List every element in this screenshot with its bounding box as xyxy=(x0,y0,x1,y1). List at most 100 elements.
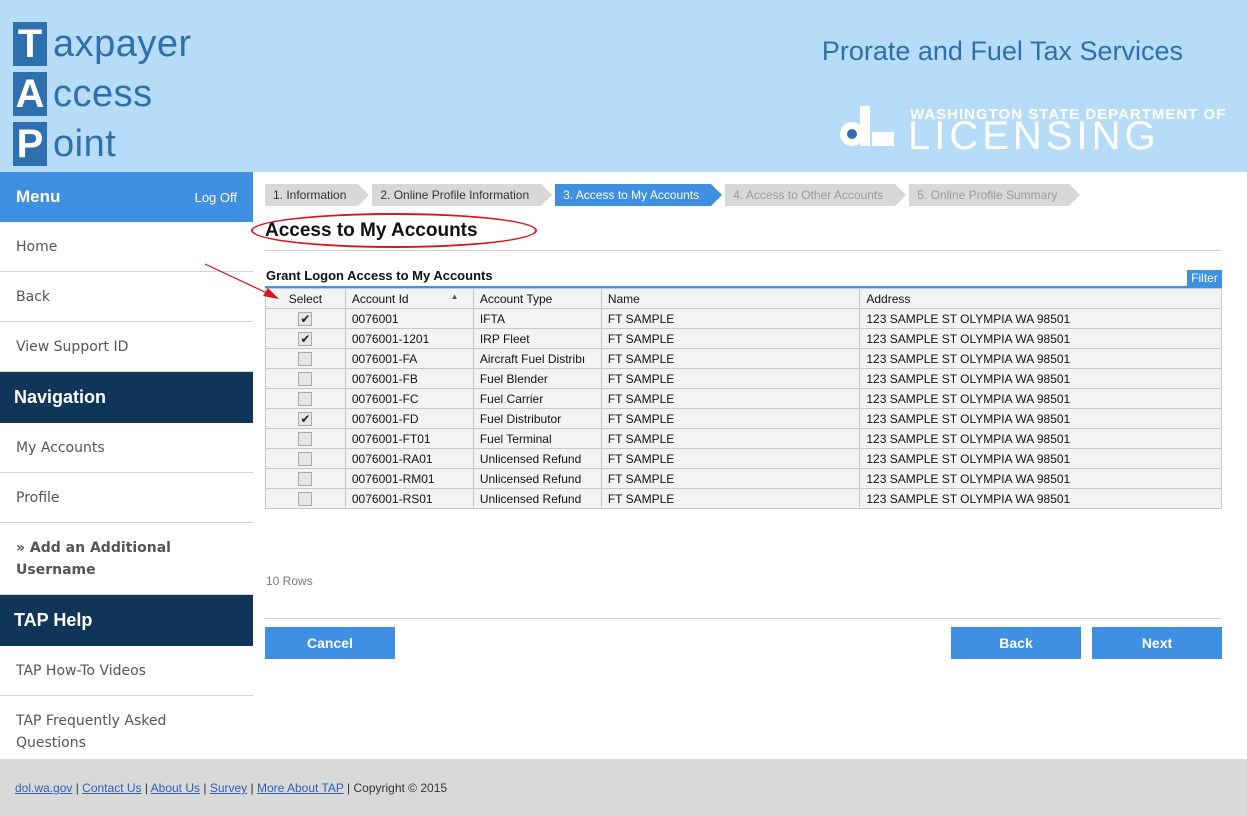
cancel-button[interactable]: Cancel xyxy=(265,627,395,659)
table-row[interactable]: 0076001-FA Aircraft Fuel Distribı FT SAMPL… xyxy=(265,348,1222,369)
tap-word-point: oint xyxy=(53,123,117,165)
cell-name: FT SAMPLE xyxy=(600,448,861,469)
cell-account-id: 0076001-FD xyxy=(344,408,474,429)
sidebar: Menu Log Off Home Back View Support ID N… xyxy=(0,172,253,759)
select-cell xyxy=(265,368,346,389)
cell-name: FT SAMPLE xyxy=(600,468,861,489)
add-username-label: » Add an Additional Username xyxy=(16,539,171,578)
column-header-account-type[interactable]: Account Type xyxy=(472,288,602,309)
tap-letter-t: T xyxy=(13,22,47,66)
checkbox-unchecked[interactable] xyxy=(298,491,313,506)
account-id-header-label: Account Id xyxy=(351,291,409,306)
cell-account-type: Fuel Blender xyxy=(472,368,602,389)
select-cell: ✔ xyxy=(265,408,346,429)
select-cell xyxy=(265,348,346,369)
annotation-arrow-icon xyxy=(205,263,279,299)
column-header-address[interactable]: Address xyxy=(859,288,1222,309)
table-row[interactable]: ✔ 0076001-1201 IRP Fleet FT SAMPLE 123 SAMPL… xyxy=(265,328,1222,349)
footer-link-about-us[interactable]: About Us xyxy=(151,781,200,795)
checkbox-unchecked[interactable] xyxy=(298,391,313,406)
tap-logo-line-3: P oint xyxy=(13,116,116,166)
menu-header: Menu Log Off xyxy=(0,172,253,222)
checkbox-checked[interactable]: ✔ xyxy=(298,411,313,426)
filter-button[interactable]: Filter xyxy=(1187,270,1222,286)
tap-word-taxpayer: axpayer xyxy=(53,23,192,65)
sidebar-item-view-support-id[interactable]: View Support ID xyxy=(0,322,253,372)
next-button[interactable]: Next xyxy=(1092,627,1222,659)
cell-account-id: 0076001-1201 xyxy=(344,328,474,349)
divider xyxy=(265,618,1221,619)
tap-help-header: TAP Help xyxy=(0,595,253,646)
footer-link-contact-us[interactable]: Contact Us xyxy=(82,781,141,795)
annotation-circle xyxy=(251,213,537,248)
cell-account-type: Fuel Distributor xyxy=(472,408,602,429)
tap-letter-a: A xyxy=(13,72,47,116)
site-footer: dol.wa.gov | Contact Us | About Us | Sur… xyxy=(0,759,1247,816)
step-online-profile-information[interactable]: 2. Online Profile Information xyxy=(372,184,552,206)
step-access-to-my-accounts[interactable]: 3. Access to My Accounts xyxy=(555,184,723,206)
table-body: ✔ 0076001 IFTA FT SAMPLE 123 SAMPLE ST OLYMP… xyxy=(265,308,1222,509)
column-header-account-id[interactable]: Account Id ▲ xyxy=(344,288,474,309)
cell-address: 123 SAMPLE ST OLYMPIA WA 98501 xyxy=(859,468,1222,489)
sidebar-item-profile[interactable]: Profile xyxy=(0,473,253,523)
cell-account-type: Aircraft Fuel Distribı xyxy=(472,348,602,369)
checkbox-unchecked[interactable] xyxy=(298,351,313,366)
cell-account-id: 0076001-RM01 xyxy=(344,468,474,489)
cell-address: 123 SAMPLE ST OLYMPIA WA 98501 xyxy=(859,328,1222,349)
rows-count: 10 Rows xyxy=(266,574,313,588)
column-header-name[interactable]: Name xyxy=(600,288,861,309)
tap-word-access: ccess xyxy=(53,73,153,115)
select-cell xyxy=(265,448,346,469)
checkbox-unchecked[interactable] xyxy=(298,371,313,386)
footer-link-dol[interactable]: dol.wa.gov xyxy=(15,781,72,795)
log-off-link[interactable]: Log Off xyxy=(195,190,237,205)
cell-name: FT SAMPLE xyxy=(600,428,861,449)
cell-name: FT SAMPLE xyxy=(600,388,861,409)
select-cell xyxy=(265,428,346,449)
main-content: 1. Information 2. Online Profile Informa… xyxy=(251,172,1247,759)
cell-name: FT SAMPLE xyxy=(600,308,861,329)
table-row[interactable]: ✔ 0076001-FD Fuel Distributor FT SAMPLE 123 … xyxy=(265,408,1222,429)
agency-name: LICENSING xyxy=(908,114,1160,158)
sort-ascending-icon: ▲ xyxy=(450,291,459,301)
table-row[interactable]: 0076001-FT01 Fuel Terminal FT SAMPLE 123 SA… xyxy=(265,428,1222,449)
navigation-header: Navigation xyxy=(0,372,253,423)
sidebar-item-my-accounts[interactable]: My Accounts xyxy=(0,423,253,473)
checkbox-unchecked[interactable] xyxy=(298,451,313,466)
cell-account-type: Unlicensed Refund xyxy=(472,488,602,509)
cell-address: 123 SAMPLE ST OLYMPIA WA 98501 xyxy=(859,368,1222,389)
step-online-profile-summary: 5. Online Profile Summary xyxy=(909,184,1081,206)
table-row[interactable]: 0076001-RS01 Unlicensed Refund FT SAMPLE 12… xyxy=(265,488,1222,509)
select-cell xyxy=(265,468,346,489)
sidebar-item-faq[interactable]: TAP Frequently Asked Questions xyxy=(0,696,253,768)
select-cell: ✔ xyxy=(265,328,346,349)
cell-address: 123 SAMPLE ST OLYMPIA WA 98501 xyxy=(859,448,1222,469)
sidebar-item-how-to-videos[interactable]: TAP How-To Videos xyxy=(0,646,253,696)
wizard-steps: 1. Information 2. Online Profile Informa… xyxy=(265,184,1083,206)
cell-address: 123 SAMPLE ST OLYMPIA WA 98501 xyxy=(859,488,1222,509)
cell-name: FT SAMPLE xyxy=(600,488,861,509)
footer-link-survey[interactable]: Survey xyxy=(210,781,247,795)
table-row[interactable]: 0076001-RA01 Unlicensed Refund FT SAMPLE 12… xyxy=(265,448,1222,469)
site-header: T axpayer A ccess P oint Prorate and Fue… xyxy=(0,0,1247,172)
select-cell xyxy=(265,388,346,409)
cell-address: 123 SAMPLE ST OLYMPIA WA 98501 xyxy=(859,408,1222,429)
table-row[interactable]: 0076001-RM01 Unlicensed Refund FT SAMPLE 12… xyxy=(265,468,1222,489)
checkbox-unchecked[interactable] xyxy=(298,471,313,486)
cell-account-type: Fuel Carrier xyxy=(472,388,602,409)
select-cell: ✔ xyxy=(265,308,346,329)
sidebar-item-add-username[interactable]: » Add an Additional Username xyxy=(0,523,253,595)
table-row[interactable]: ✔ 0076001 IFTA FT SAMPLE 123 SAMPLE ST OLYMP… xyxy=(265,308,1222,329)
checkbox-checked[interactable]: ✔ xyxy=(298,311,313,326)
tap-letter-p: P xyxy=(13,122,47,166)
back-button[interactable]: Back xyxy=(951,627,1081,659)
cell-account-type: IRP Fleet xyxy=(472,328,602,349)
table-row[interactable]: 0076001-FC Fuel Carrier FT SAMPLE 123 SAMPL… xyxy=(265,388,1222,409)
step-access-to-other-accounts: 4. Access to Other Accounts xyxy=(725,184,907,206)
table-row[interactable]: 0076001-FB Fuel Blender FT SAMPLE 123 SAMPL… xyxy=(265,368,1222,389)
step-information[interactable]: 1. Information xyxy=(265,184,370,206)
checkbox-checked[interactable]: ✔ xyxy=(298,331,313,346)
cell-account-id: 0076001-FA xyxy=(344,348,474,369)
footer-link-more-about-tap[interactable]: More About TAP xyxy=(257,781,344,795)
checkbox-unchecked[interactable] xyxy=(298,431,313,446)
